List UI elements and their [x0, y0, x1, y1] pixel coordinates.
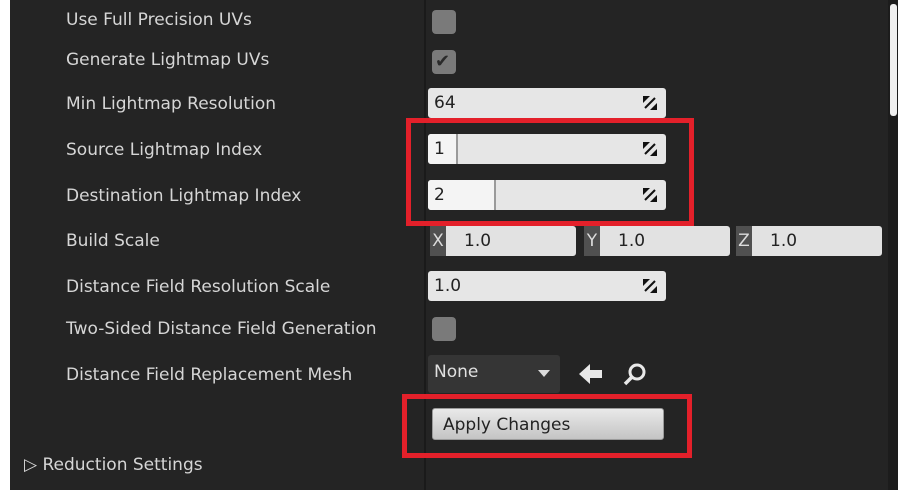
- replacement-mesh-dropdown[interactable]: None: [428, 355, 560, 393]
- build-scale-x-label: X: [430, 226, 446, 256]
- reduction-settings-label: Reduction Settings: [42, 455, 203, 475]
- spin-arrows-icon: [643, 279, 657, 293]
- build-scale-z-label: Z: [736, 226, 752, 256]
- distance-field-resolution-scale-value: 1.0: [434, 276, 462, 296]
- build-scale-x-field[interactable]: 1.0: [446, 226, 576, 256]
- distance-field-resolution-scale-field[interactable]: 1.0: [428, 271, 666, 301]
- build-scale-label: Build Scale: [66, 231, 160, 251]
- source-lightmap-index-label: Source Lightmap Index: [66, 140, 263, 160]
- use-full-precision-uvs-label: Use Full Precision UVs: [66, 10, 252, 30]
- two-sided-distance-field-generation-label: Two-Sided Distance Field Generation: [66, 319, 377, 339]
- distance-field-replacement-mesh-label: Distance Field Replacement Mesh: [66, 365, 353, 385]
- scrollbar-thumb[interactable]: [890, 4, 897, 116]
- chevron-down-icon: [538, 370, 550, 377]
- arrow-left-icon[interactable]: [578, 363, 604, 385]
- build-scale-y-field[interactable]: 1.0: [600, 226, 730, 256]
- distance-field-resolution-scale-label: Distance Field Resolution Scale: [66, 277, 331, 297]
- search-icon[interactable]: [622, 362, 648, 388]
- highlight-lightmap-index-box: [406, 118, 694, 226]
- min-lightmap-resolution-field[interactable]: 64: [428, 88, 666, 118]
- build-scale-y-label: Y: [584, 226, 600, 256]
- expand-arrow-icon: ▷: [24, 455, 38, 475]
- build-scale-z-field[interactable]: 1.0: [752, 226, 882, 256]
- min-lightmap-resolution-value: 64: [434, 93, 456, 113]
- generate-lightmap-uvs-label: Generate Lightmap UVs: [66, 50, 270, 70]
- generate-lightmap-uvs-checkbox[interactable]: ✔: [432, 50, 456, 74]
- reduction-settings-section[interactable]: ▷ Reduction Settings: [24, 455, 203, 475]
- spin-arrows-icon: [643, 96, 657, 110]
- min-lightmap-resolution-label: Min Lightmap Resolution: [66, 94, 276, 114]
- checkmark-icon: ✔: [435, 51, 451, 72]
- destination-lightmap-index-label: Destination Lightmap Index: [66, 186, 302, 206]
- replacement-mesh-value: None: [434, 362, 479, 382]
- two-sided-distance-field-generation-checkbox[interactable]: [432, 317, 456, 341]
- use-full-precision-uvs-checkbox[interactable]: [432, 10, 456, 34]
- highlight-apply-button-box: [402, 394, 692, 458]
